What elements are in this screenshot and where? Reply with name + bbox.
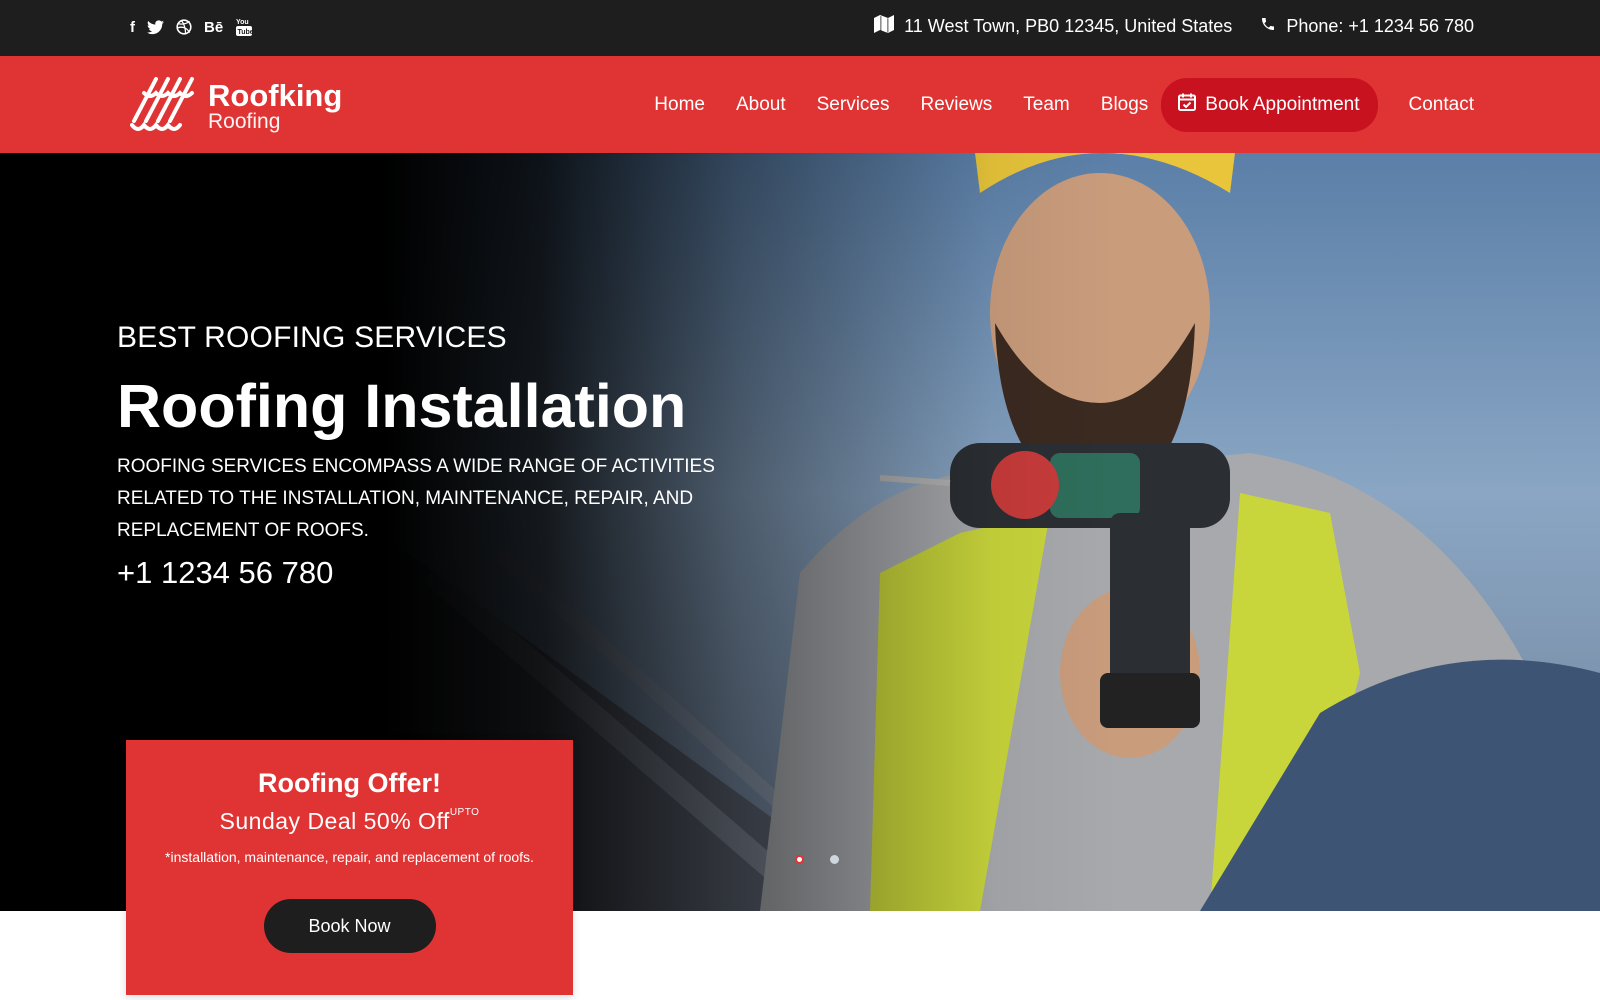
brand-tagline: Roofing	[208, 109, 281, 133]
hero-description: ROOFING SERVICES ENCOMPASS A WIDE RANGE …	[117, 456, 715, 541]
offer-card: Roofing Offer! Sunday Deal 50% OffUPTO *…	[126, 740, 573, 995]
slider-dot-2[interactable]	[830, 855, 839, 864]
contact-info: 11 West Town, PB0 12345, United States P…	[874, 15, 1474, 38]
youtube-icon[interactable]: You Tube	[235, 16, 253, 38]
facebook-icon[interactable]: f	[130, 16, 135, 38]
behance-icon[interactable]: Bē	[204, 16, 223, 38]
hero-content: BEST ROOFING SERVICES Roofing Installati…	[117, 321, 717, 591]
svg-text:Tube: Tube	[238, 29, 254, 36]
offer-deal-sup: UPTO	[449, 807, 480, 818]
address-text: 11 West Town, PB0 12345, United States	[904, 16, 1233, 36]
slider-dot-1[interactable]	[795, 855, 804, 864]
nav-about[interactable]: About	[736, 94, 786, 116]
twitter-icon[interactable]	[147, 16, 164, 38]
hero-title: Roofing Installation	[117, 372, 687, 440]
top-bar: f Bē You Tube 11 West Town, PB0 12345, Un…	[0, 0, 1600, 56]
nav-home[interactable]: Home	[654, 94, 705, 116]
offer-deal: Sunday Deal 50% OffUPTO	[219, 807, 480, 834]
nav-reviews[interactable]: Reviews	[920, 94, 992, 116]
phone-text: Phone: +1 1234 56 780	[1286, 16, 1474, 36]
slider-dots	[795, 855, 839, 864]
social-links: f Bē You Tube	[130, 16, 253, 38]
brand-name: Roofking	[208, 77, 343, 113]
svg-text:You: You	[236, 19, 249, 26]
map-icon	[874, 15, 895, 38]
main-navbar: Roofking Roofing Home About Services Rev…	[0, 56, 1600, 153]
offer-note: *installation, maintenance, repair, and …	[165, 849, 534, 865]
nav-menu: Home About Services Reviews Team Blogs B…	[654, 78, 1474, 132]
book-now-button[interactable]: Book Now	[263, 899, 436, 953]
nav-team[interactable]: Team	[1023, 94, 1069, 116]
nav-contact[interactable]: Contact	[1409, 94, 1474, 116]
hero-kicker: BEST ROOFING SERVICES	[117, 321, 507, 354]
phone-icon	[1260, 16, 1276, 37]
offer-title: Roofing Offer!	[258, 768, 441, 798]
logo[interactable]: Roofking Roofing	[130, 73, 342, 140]
address: 11 West Town, PB0 12345, United States	[874, 15, 1232, 38]
nav-blogs[interactable]: Blogs	[1101, 94, 1149, 116]
calendar-check-icon	[1177, 92, 1197, 118]
book-appointment-button[interactable]: Book Appointment	[1161, 78, 1378, 132]
roof-tiles-logo-icon	[130, 73, 198, 140]
hero-phone[interactable]: +1 1234 56 780	[117, 555, 717, 591]
dribbble-icon[interactable]	[176, 16, 192, 38]
phone[interactable]: Phone: +1 1234 56 780	[1260, 15, 1474, 38]
book-appointment-label: Book Appointment	[1205, 94, 1360, 115]
nav-services[interactable]: Services	[817, 94, 890, 116]
